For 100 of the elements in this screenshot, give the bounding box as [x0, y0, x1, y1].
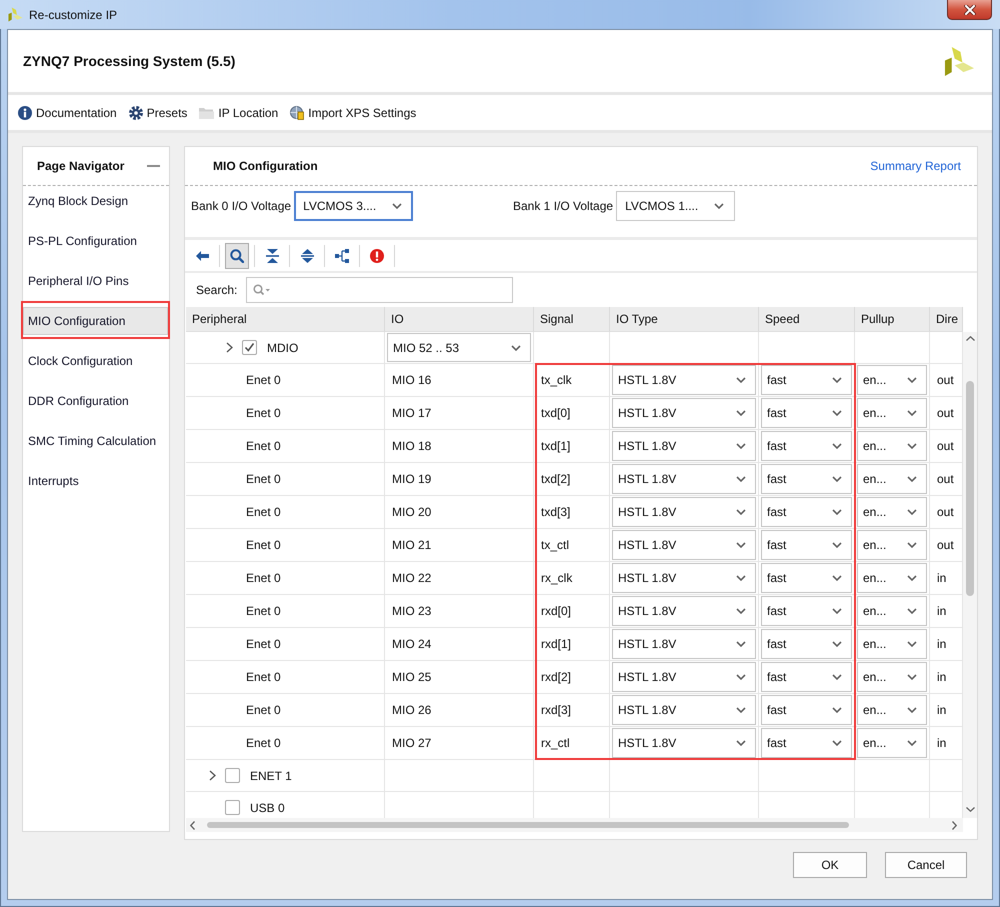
- table-cell: txd[1]: [534, 430, 610, 463]
- table-cell: Enet 0: [186, 694, 385, 727]
- dropdown[interactable]: en...: [857, 629, 927, 659]
- dialog-button[interactable]: Cancel: [885, 852, 967, 878]
- dropdown[interactable]: en...: [857, 728, 927, 758]
- toolbar-button[interactable]: Documentation: [18, 106, 117, 120]
- summary-report-link[interactable]: Summary Report: [870, 159, 961, 173]
- dropdown[interactable]: fast: [761, 431, 852, 461]
- toolbar-button[interactable]: Import XPS Settings: [290, 106, 416, 120]
- column-header[interactable]: Peripheral: [186, 307, 385, 332]
- dropdown[interactable]: HSTL 1.8V: [612, 596, 756, 626]
- chevron-down-icon: [832, 377, 842, 383]
- dropdown[interactable]: HSTL 1.8V: [612, 530, 756, 560]
- dropdown[interactable]: fast: [761, 728, 852, 758]
- dropdown[interactable]: HSTL 1.8V: [612, 662, 756, 692]
- nav-item[interactable]: Zynq Block Design: [23, 187, 168, 215]
- column-header[interactable]: Speed: [759, 307, 855, 332]
- chevron-down-icon[interactable]: [966, 807, 974, 812]
- dropdown[interactable]: HSTL 1.8V: [612, 563, 756, 593]
- dropdown[interactable]: fast: [761, 530, 852, 560]
- dropdown[interactable]: fast: [761, 365, 852, 395]
- dropdown[interactable]: MIO 52 .. 53: [387, 333, 531, 362]
- dropdown[interactable]: en...: [857, 464, 927, 494]
- search-field[interactable]: [246, 277, 514, 303]
- column-header[interactable]: Signal: [534, 307, 610, 332]
- table-cell: MIO 26: [385, 694, 534, 727]
- chevron-left-icon[interactable]: [190, 820, 195, 830]
- chevron-down-icon: [832, 410, 842, 416]
- chevron-down-icon: [907, 575, 917, 581]
- dropdown[interactable]: en...: [857, 563, 927, 593]
- column-header[interactable]: Pullup: [855, 307, 930, 332]
- dialog-title: ZYNQ7 Processing System (5.5): [23, 53, 236, 69]
- dropdown[interactable]: en...: [857, 695, 927, 725]
- dropdown[interactable]: HSTL 1.8V: [612, 629, 756, 659]
- tool-button[interactable]: [225, 242, 249, 268]
- dropdown[interactable]: en...: [857, 662, 927, 692]
- chevron-right-icon[interactable]: [952, 820, 957, 830]
- nav-item[interactable]: MIO Configuration: [23, 307, 168, 335]
- table-cell: rx_ctl: [534, 727, 610, 760]
- chevron-down-icon: [907, 377, 917, 383]
- dropdown[interactable]: HSTL 1.8V: [612, 464, 756, 494]
- chevron-right-icon[interactable]: [209, 770, 216, 781]
- table-cell: Enet 0: [186, 430, 385, 463]
- chevron-down-icon: [736, 476, 746, 482]
- toolbar-button[interactable]: IP Location: [199, 106, 278, 120]
- checkbox[interactable]: [242, 340, 257, 355]
- dropdown[interactable]: HSTL 1.8V: [612, 695, 756, 725]
- dropdown[interactable]: HSTL 1.8V: [612, 497, 756, 527]
- dropdown[interactable]: LVCMOS 3....: [294, 191, 414, 221]
- dropdown[interactable]: en...: [857, 398, 927, 428]
- close-button[interactable]: [947, 0, 992, 20]
- dropdown[interactable]: fast: [761, 596, 852, 626]
- dropdown[interactable]: fast: [761, 398, 852, 428]
- nav-item[interactable]: SMC Timing Calculation: [23, 427, 168, 455]
- nav-item[interactable]: Interrupts: [23, 467, 168, 495]
- chevron-down-icon: [907, 476, 917, 482]
- dropdown[interactable]: fast: [761, 497, 852, 527]
- chevron-right-icon[interactable]: [226, 342, 233, 353]
- dropdown[interactable]: fast: [761, 464, 852, 494]
- dropdown[interactable]: HSTL 1.8V: [612, 431, 756, 461]
- nav-item[interactable]: Peripheral I/O Pins: [23, 267, 168, 295]
- dropdown[interactable]: en...: [857, 596, 927, 626]
- chevron-down-icon: [907, 707, 917, 713]
- toolbar-button[interactable]: Presets: [128, 106, 188, 120]
- dropdown[interactable]: en...: [857, 365, 927, 395]
- column-header[interactable]: IO: [385, 307, 534, 332]
- field-label: Bank 1 I/O Voltage: [513, 199, 614, 213]
- dropdown[interactable]: HSTL 1.8V: [612, 365, 756, 395]
- nav-item[interactable]: PS-PL Configuration: [23, 227, 168, 255]
- vertical-scrollbar[interactable]: [963, 332, 977, 818]
- checkbox[interactable]: [225, 768, 240, 783]
- nav-item[interactable]: Clock Configuration: [23, 347, 168, 375]
- nav-item[interactable]: DDR Configuration: [23, 387, 168, 415]
- dropdown[interactable]: HSTL 1.8V: [612, 398, 756, 428]
- dropdown[interactable]: LVCMOS 1....: [616, 191, 736, 221]
- horizontal-scrollbar[interactable]: [186, 818, 963, 832]
- chevron-up-icon[interactable]: [966, 336, 974, 341]
- dropdown[interactable]: fast: [761, 695, 852, 725]
- dropdown[interactable]: en...: [857, 530, 927, 560]
- info-icon: [18, 106, 32, 120]
- dropdown[interactable]: en...: [857, 431, 927, 461]
- dropdown[interactable]: fast: [761, 563, 852, 593]
- dropdown[interactable]: fast: [761, 662, 852, 692]
- search-icon: [230, 248, 244, 262]
- chevron-down-icon: [736, 410, 746, 416]
- checkbox[interactable]: [225, 800, 240, 815]
- table-cell: MIO 21: [385, 529, 534, 562]
- column-header[interactable]: IO Type: [610, 307, 759, 332]
- dialog-button[interactable]: OK: [793, 852, 867, 878]
- table-cell: tx_clk: [534, 364, 610, 397]
- dropdown[interactable]: en...: [857, 497, 927, 527]
- window-title: Re-customize IP: [29, 8, 118, 22]
- dropdown[interactable]: HSTL 1.8V: [612, 728, 756, 758]
- table-cell: Enet 0: [186, 727, 385, 760]
- dropdown[interactable]: fast: [761, 629, 852, 659]
- table-cell: Enet 0: [186, 397, 385, 430]
- scrollbar-thumb[interactable]: [207, 822, 849, 828]
- scrollbar-thumb[interactable]: [966, 381, 974, 596]
- column-header[interactable]: Dire: [930, 307, 963, 332]
- search-icon: [253, 284, 272, 296]
